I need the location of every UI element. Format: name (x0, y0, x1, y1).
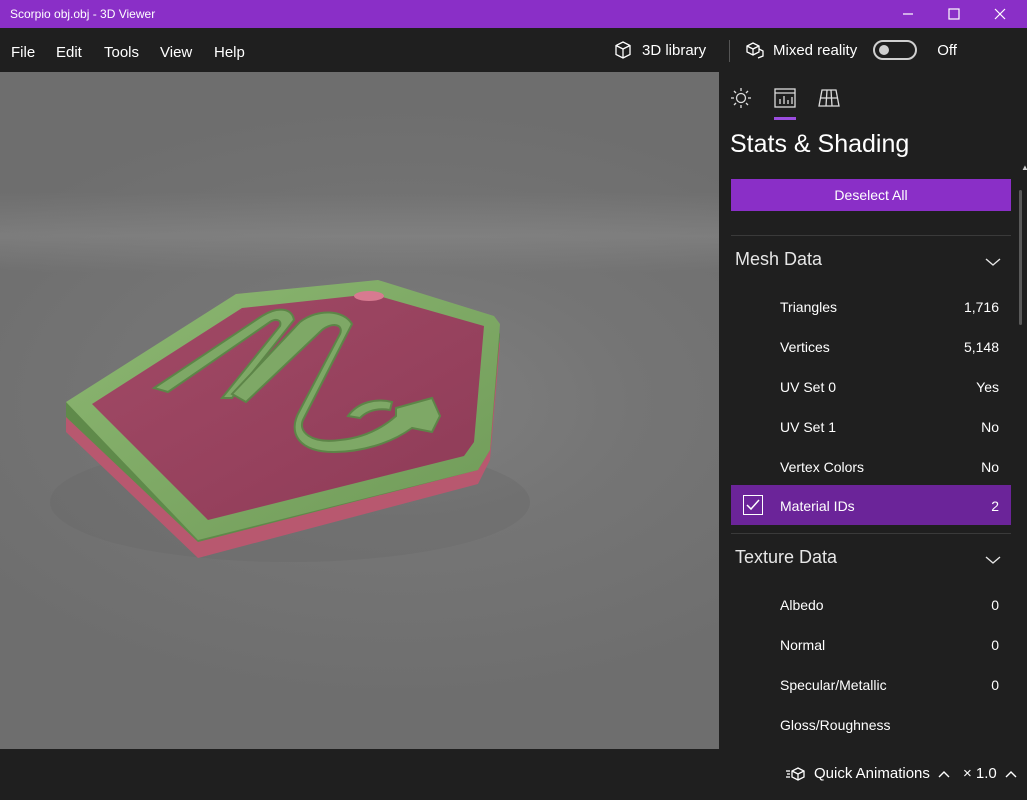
section-divider (731, 235, 1011, 236)
scorpio-model[interactable] (0, 72, 719, 749)
menu-file[interactable]: File (11, 44, 35, 61)
stat-label: Triangles (780, 299, 838, 315)
stat-label: Normal (780, 637, 826, 653)
quick-animations-button[interactable]: Quick Animations (786, 765, 950, 782)
title-bar: Scorpio obj.obj - 3D Viewer (0, 0, 1027, 28)
stat-row-normal: Normal 0 (731, 624, 1011, 664)
menu-view[interactable]: View (160, 44, 192, 61)
chevron-down-icon (985, 556, 1001, 564)
mixed-reality-group: Mixed reality Off (745, 40, 957, 60)
maximize-icon (948, 8, 960, 20)
stat-label: Vertex Colors (780, 459, 865, 475)
stat-label: UV Set 0 (780, 379, 837, 395)
3d-library-button[interactable]: 3D library (613, 40, 706, 60)
mesh-data-heading[interactable]: Mesh Data (735, 249, 822, 270)
stat-value: No (981, 419, 999, 435)
chevron-down-icon (985, 258, 1001, 266)
stat-value: No (981, 459, 999, 475)
material-ids-checkbox[interactable] (743, 495, 763, 515)
checkmark-icon (746, 499, 760, 511)
sun-icon (731, 88, 751, 108)
stats-shading-panel: Stats & Shading Deselect All Mesh Data T… (719, 72, 1027, 749)
menu-edit[interactable]: Edit (56, 44, 82, 61)
deselect-all-button[interactable]: Deselect All (731, 179, 1011, 211)
close-button[interactable] (977, 0, 1023, 28)
quick-animations-label: Quick Animations (814, 765, 930, 782)
stat-row-material-ids[interactable]: Material IDs 2 (731, 485, 1011, 525)
chevron-up-icon (1005, 765, 1017, 782)
tab-stats[interactable] (773, 86, 797, 110)
stat-label: Material IDs (780, 498, 855, 514)
animation-cube-icon (786, 766, 805, 781)
scroll-up-arrow[interactable]: ▲ (1021, 163, 1027, 172)
panel-scrollbar[interactable] (1019, 190, 1022, 325)
active-tab-indicator (774, 117, 796, 120)
stat-value: 1,716 (963, 299, 999, 315)
menu-bar: File Edit Tools View Help 3D library Mix… (0, 28, 1027, 72)
tab-lighting[interactable] (729, 86, 753, 110)
menu-help[interactable]: Help (214, 44, 245, 61)
close-icon (994, 8, 1006, 20)
stat-value: 2 (991, 498, 999, 514)
bottom-bar: Quick Animations × 1.0 (0, 749, 1027, 800)
mixed-reality-toggle[interactable] (873, 40, 918, 60)
mixed-reality-icon (746, 42, 764, 59)
stat-row-specular-metallic: Specular/Metallic 0 (731, 664, 1011, 704)
playback-speed-button[interactable]: × 1.0 (963, 765, 1017, 782)
stat-row-vertices: Vertices 5,148 (731, 326, 1011, 366)
chevron-up-icon (938, 765, 950, 782)
stat-label: UV Set 1 (780, 419, 837, 435)
model-hole (354, 291, 384, 301)
mixed-reality-label: Mixed reality (773, 41, 858, 59)
3d-viewport[interactable] (0, 72, 719, 749)
3d-library-label: 3D library (642, 41, 707, 59)
cube-icon (615, 41, 631, 59)
stat-value: Yes (976, 379, 999, 395)
stats-chart-icon (774, 88, 796, 108)
tab-grid[interactable] (817, 86, 841, 110)
maximize-button[interactable] (931, 0, 977, 28)
stat-row-vertex-colors: Vertex Colors No (731, 446, 1011, 486)
grid-icon (818, 89, 840, 107)
stat-label: Gloss/Roughness (780, 717, 891, 733)
stat-row-albedo: Albedo 0 (731, 584, 1011, 624)
stat-row-gloss-roughness: Gloss/Roughness (731, 704, 1011, 744)
stat-label: Vertices (780, 339, 830, 355)
stat-label: Albedo (780, 597, 824, 613)
playback-speed-label: × 1.0 (963, 765, 997, 782)
mesh-data-collapse-toggle[interactable] (985, 254, 1001, 272)
stat-value: 0 (991, 597, 999, 613)
texture-data-heading[interactable]: Texture Data (735, 547, 837, 568)
stat-value: 0 (991, 677, 999, 693)
window-title: Scorpio obj.obj - 3D Viewer (10, 7, 156, 21)
stat-label: Specular/Metallic (780, 677, 887, 693)
section-divider (731, 533, 1011, 534)
minimize-icon (903, 13, 913, 15)
panel-title: Stats & Shading (730, 130, 910, 158)
texture-data-collapse-toggle[interactable] (985, 552, 1001, 570)
stat-row-triangles: Triangles 1,716 (731, 286, 1011, 326)
minimize-button[interactable] (885, 0, 931, 28)
stat-row-uv-set-1: UV Set 1 No (731, 406, 1011, 446)
menu-separator (729, 40, 730, 62)
mixed-reality-state: Off (937, 41, 957, 59)
stat-value: 5,148 (963, 339, 999, 355)
menu-tools[interactable]: Tools (104, 44, 139, 61)
stat-row-uv-set-0: UV Set 0 Yes (731, 366, 1011, 406)
stat-value: 0 (991, 637, 999, 653)
toggle-knob (879, 45, 890, 55)
